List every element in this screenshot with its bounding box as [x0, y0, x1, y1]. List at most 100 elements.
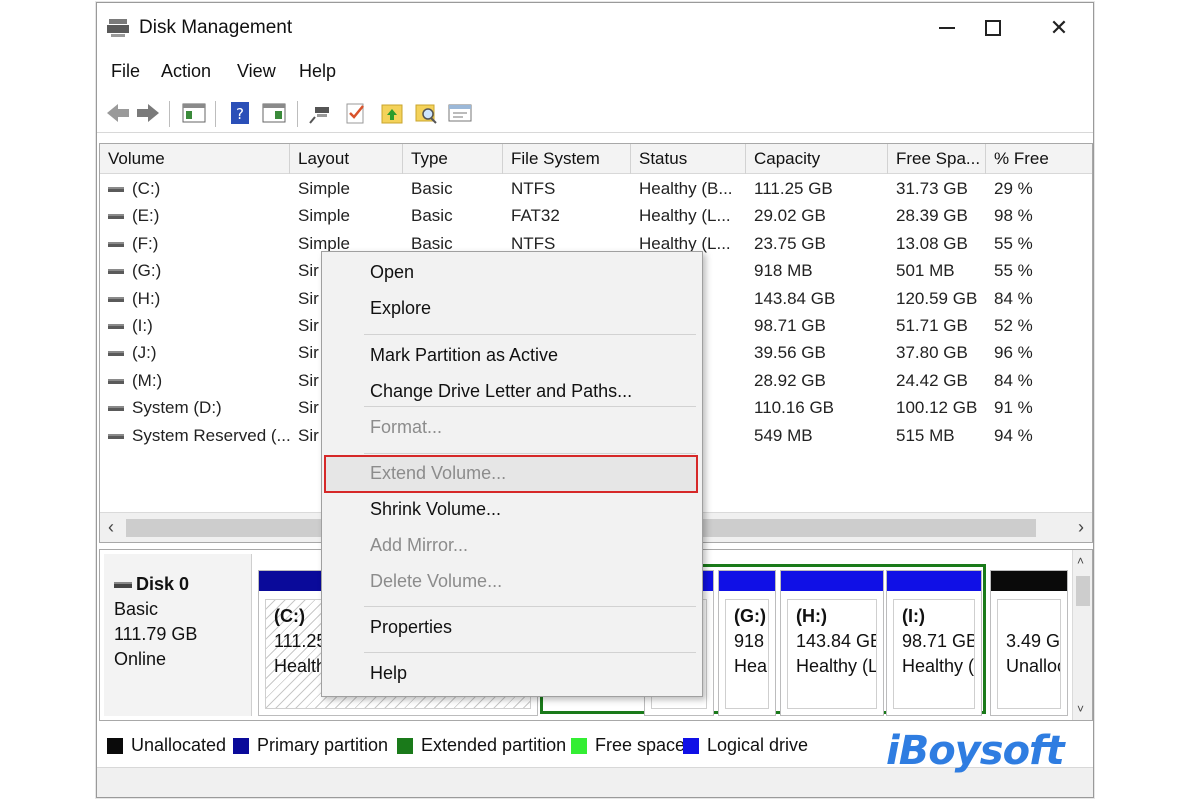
- menu-file[interactable]: File: [111, 61, 140, 82]
- partition-status: Unalloc: [1006, 656, 1061, 676]
- partition-size: 918 I: [734, 631, 768, 651]
- menu-separator: [364, 406, 696, 407]
- scroll-up-icon[interactable]: ˄: [1077, 554, 1084, 568]
- menu-item-help[interactable]: Help: [370, 663, 407, 684]
- cell-pct: 91 %: [994, 398, 1033, 418]
- menu-item-delete-volume: Delete Volume...: [370, 571, 503, 591]
- table-row[interactable]: (C:) Simple Basic NTFS Healthy (B... 111.25 G…: [100, 175, 1092, 202]
- cell-volume: (J:): [100, 339, 290, 366]
- legend-swatch: [397, 737, 413, 754]
- cell-volume: (G:): [100, 257, 290, 284]
- disk-management-window: Disk Management ✕ File Action View Help …: [96, 2, 1094, 798]
- disk-type: Basic: [114, 599, 159, 619]
- cell-free: 100.12 GB: [896, 398, 978, 418]
- cell-status: Healthy (B...: [639, 179, 733, 198]
- vertical-scrollbar[interactable]: ˄ ˅: [1072, 550, 1092, 720]
- back-icon[interactable]: [105, 101, 131, 125]
- cell-capacity: 143.84 GB: [754, 288, 836, 308]
- legend-swatch: [233, 737, 249, 754]
- disk-size: 111.79 GB: [114, 624, 198, 644]
- menu-item-properties[interactable]: Properties: [370, 617, 452, 638]
- col-layout[interactable]: Layout: [290, 144, 403, 174]
- cell-fs: NTFS: [511, 179, 556, 198]
- volume-icon: [108, 324, 124, 330]
- col-capacity[interactable]: Capacity: [746, 144, 888, 174]
- cell-layout: Simple: [298, 206, 350, 226]
- volume-icon: [108, 351, 124, 357]
- scroll-down-icon[interactable]: ˅: [1077, 702, 1084, 716]
- cell-capacity: 918 MB: [754, 261, 813, 281]
- menu-item-open[interactable]: Open: [370, 262, 414, 283]
- forward-icon[interactable]: [135, 101, 161, 125]
- folder-up-icon[interactable]: [379, 101, 405, 125]
- cell-free: 37.80 GB: [896, 343, 968, 363]
- window-title: Disk Management: [139, 17, 293, 38]
- col-free-space[interactable]: Free Spa...: [888, 144, 986, 174]
- menu-item-shrink-volume[interactable]: Shrink Volume...: [370, 499, 501, 520]
- partition-g[interactable]: (G:) 918 I Heal: [718, 570, 776, 716]
- properties-icon[interactable]: [447, 101, 473, 125]
- menu-item-mark-partition-as-active[interactable]: Mark Partition as Active: [370, 345, 558, 366]
- partition-label: (G:): [734, 606, 766, 626]
- menu-item-change-drive-letter-and-paths[interactable]: Change Drive Letter and Paths...: [370, 381, 632, 402]
- close-button[interactable]: ✕: [1039, 11, 1079, 45]
- legend-swatch: [683, 737, 699, 754]
- cell-capacity: 29.02 GB: [754, 206, 826, 226]
- cell-capacity: 549 MB: [754, 425, 813, 445]
- cell-volume: System Reserved (...: [100, 422, 290, 449]
- cell-type: Basic: [411, 206, 453, 226]
- console-tree-icon[interactable]: [181, 101, 207, 125]
- maximize-button[interactable]: [973, 11, 1013, 45]
- volume-icon: [108, 187, 124, 193]
- volume-icon: [108, 214, 124, 220]
- scrollbar-thumb[interactable]: [1076, 576, 1090, 606]
- partition-status: Healthy (: [902, 656, 975, 676]
- cell-pct: 96 %: [994, 343, 1033, 363]
- scroll-left-icon[interactable]: ‹: [108, 517, 114, 538]
- partition-size: 3.49 GB: [1006, 631, 1061, 651]
- partition-label: [1006, 604, 1060, 629]
- menu-item-explore[interactable]: Explore: [370, 298, 431, 319]
- partition-h[interactable]: (H:) 143.84 GB Healthy (L: [780, 570, 884, 716]
- col-file-system[interactable]: File System: [503, 144, 631, 174]
- col-percent-free[interactable]: % Free: [986, 144, 1093, 174]
- table-row[interactable]: (E:) Simple Basic FAT32 Healthy (L... 29.02 G…: [100, 202, 1092, 229]
- menu-view[interactable]: View: [237, 61, 276, 82]
- partition-status: Healthy (L: [796, 656, 877, 676]
- cell-volume: System (D:): [100, 394, 290, 421]
- volume-icon: [108, 241, 124, 247]
- legend-primary: Primary partition: [233, 735, 388, 756]
- show-pane-icon[interactable]: [261, 101, 287, 125]
- menu-separator: [364, 606, 696, 607]
- check-icon[interactable]: [343, 101, 369, 125]
- disk-0-label[interactable]: Disk 0 Basic 111.79 GB Online: [104, 554, 252, 716]
- help-icon[interactable]: ?: [227, 101, 253, 125]
- cell-pct: 29 %: [994, 179, 1033, 198]
- minimize-button[interactable]: [927, 11, 967, 45]
- volume-icon: [108, 433, 124, 439]
- scroll-right-icon[interactable]: ›: [1078, 517, 1084, 538]
- cell-pct: 55 %: [994, 233, 1033, 253]
- col-status[interactable]: Status: [631, 144, 746, 174]
- cell-pct: 55 %: [994, 261, 1033, 281]
- title-bar: Disk Management ✕: [97, 3, 1093, 51]
- menu-help[interactable]: Help: [299, 61, 336, 82]
- col-type[interactable]: Type: [403, 144, 503, 174]
- partition-size: 98.71 GB: [902, 631, 975, 651]
- disk-name: Disk 0: [136, 574, 190, 594]
- partition-unallocated[interactable]: 3.49 GB Unalloc: [990, 570, 1068, 716]
- legend-free-space: Free space: [571, 735, 685, 756]
- menu-action[interactable]: Action: [161, 61, 211, 82]
- cell-free: 120.59 GB: [896, 288, 978, 308]
- cell-pct: 84 %: [994, 370, 1033, 390]
- menu-item-format: Format...: [370, 417, 443, 437]
- search-folder-icon[interactable]: [413, 101, 439, 125]
- connect-icon[interactable]: [309, 101, 335, 125]
- cell-volume: (M:): [100, 367, 290, 394]
- col-volume[interactable]: Volume: [100, 144, 290, 174]
- maximize-icon: [985, 20, 1001, 36]
- partition-i[interactable]: (I:) 98.71 GB Healthy (: [886, 570, 982, 716]
- cell-capacity: 28.92 GB: [754, 370, 826, 390]
- cell-status: Healthy (L...: [639, 206, 731, 226]
- menu-separator: [364, 652, 696, 653]
